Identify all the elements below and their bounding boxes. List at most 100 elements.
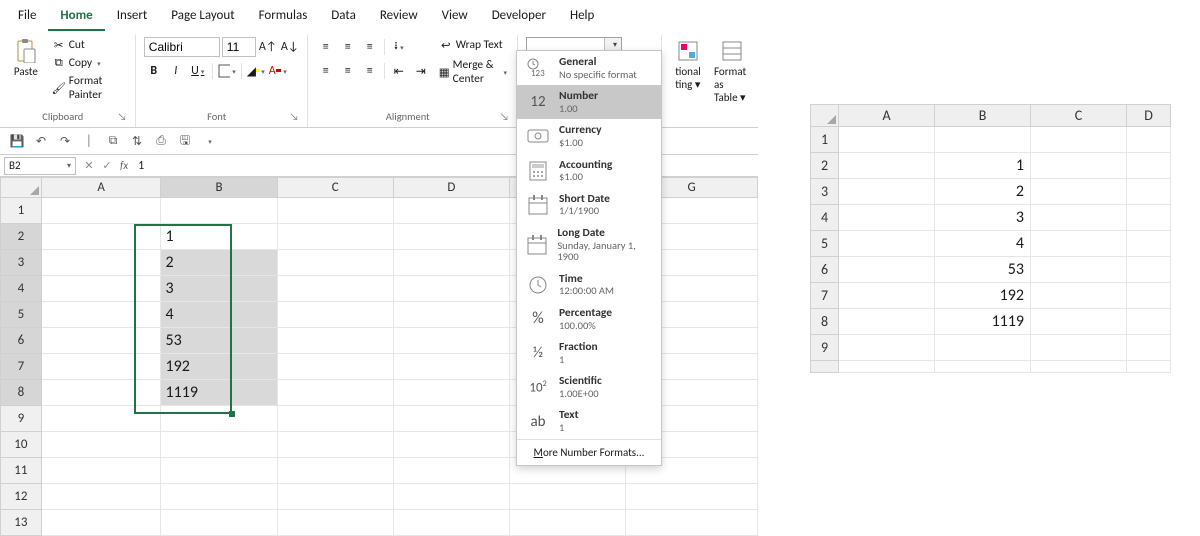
cell-B5[interactable]: 4 bbox=[161, 302, 277, 328]
menu-item-formulas[interactable]: Formulas bbox=[247, 4, 320, 31]
alignment-dialog-launcher[interactable]: ↘ bbox=[500, 110, 509, 123]
cell-D6[interactable] bbox=[393, 328, 509, 354]
cell-right-B4[interactable]: 3 bbox=[935, 205, 1031, 231]
row-header-11[interactable]: 11 bbox=[1, 458, 42, 484]
copy-button[interactable]: ⧉ Copy bbox=[50, 55, 127, 71]
cell-right-C9[interactable] bbox=[1031, 335, 1127, 361]
row-header-1[interactable]: 1 bbox=[1, 198, 42, 224]
redo-icon[interactable]: ↷ bbox=[56, 132, 74, 150]
row-header-3[interactable]: 3 bbox=[1, 250, 42, 276]
col-header-A[interactable]: A bbox=[41, 178, 161, 198]
fx-icon[interactable]: fx bbox=[116, 159, 132, 172]
cell-right-B8[interactable]: 1119 bbox=[935, 309, 1031, 335]
save-icon[interactable]: 💾 bbox=[8, 132, 26, 150]
cell-right-A7[interactable] bbox=[839, 283, 935, 309]
format-painter-button[interactable]: 🖌 Format Painter bbox=[50, 73, 127, 103]
cell-D12[interactable] bbox=[393, 484, 509, 510]
cell-D1[interactable] bbox=[393, 198, 509, 224]
row-header-right-1[interactable]: 1 bbox=[811, 127, 839, 153]
menu-item-file[interactable]: File bbox=[6, 4, 48, 31]
decrease-font-button[interactable]: A↓ bbox=[280, 37, 300, 57]
cell-right-A10[interactable] bbox=[839, 361, 935, 373]
cell-A13[interactable] bbox=[41, 510, 161, 536]
cell-C2[interactable] bbox=[277, 224, 393, 250]
cell-C7[interactable] bbox=[277, 354, 393, 380]
print-icon[interactable]: ⎙ bbox=[152, 132, 170, 150]
number-format-item-fraction[interactable]: ½Fraction1 bbox=[517, 336, 661, 370]
cell-A11[interactable] bbox=[41, 458, 161, 484]
row-header-9[interactable]: 9 bbox=[1, 406, 42, 432]
select-all-corner-right[interactable] bbox=[811, 105, 839, 127]
col-header-D[interactable]: D bbox=[393, 178, 509, 198]
cell-right-C6[interactable] bbox=[1031, 257, 1127, 283]
cell-G13[interactable] bbox=[626, 510, 758, 536]
number-format-item-scientific[interactable]: 102Scientific1.00E+00 bbox=[517, 370, 661, 404]
formula-accept-icon[interactable]: ✓ bbox=[98, 159, 116, 172]
cell-A9[interactable] bbox=[41, 406, 161, 432]
cell-B7[interactable]: 192 bbox=[161, 354, 277, 380]
row-header-12[interactable]: 12 bbox=[1, 484, 42, 510]
cell-right-D6[interactable] bbox=[1127, 257, 1171, 283]
number-format-item-number[interactable]: 12Number1.00 bbox=[517, 85, 661, 119]
cell-right-C1[interactable] bbox=[1031, 127, 1127, 153]
cell-right-C4[interactable] bbox=[1031, 205, 1127, 231]
cell-A4[interactable] bbox=[41, 276, 161, 302]
number-format-item-text[interactable]: abText1 bbox=[517, 404, 661, 438]
cell-B9[interactable] bbox=[161, 406, 277, 432]
cell-right-C7[interactable] bbox=[1031, 283, 1127, 309]
cell-B12[interactable] bbox=[161, 484, 277, 510]
save-alt-icon[interactable]: 🖫 bbox=[176, 132, 194, 150]
col-header-right-C[interactable]: C bbox=[1031, 105, 1127, 127]
cell-right-D3[interactable] bbox=[1127, 179, 1171, 205]
sort-icon[interactable]: ⇅ bbox=[128, 132, 146, 150]
increase-indent-button[interactable]: ⇥ bbox=[411, 61, 431, 81]
align-center-button[interactable]: ≡ bbox=[338, 61, 358, 81]
cell-right-A6[interactable] bbox=[839, 257, 935, 283]
cell-B11[interactable] bbox=[161, 458, 277, 484]
menu-item-page-layout[interactable]: Page Layout bbox=[159, 4, 246, 31]
cell-A8[interactable] bbox=[41, 380, 161, 406]
row-header-right-7[interactable]: 7 bbox=[811, 283, 839, 309]
cell-right-C3[interactable] bbox=[1031, 179, 1127, 205]
decrease-indent-button[interactable]: ⇤ bbox=[389, 61, 409, 81]
orientation-button[interactable]: ⭭ bbox=[389, 37, 409, 57]
col-header-B[interactable]: B bbox=[161, 178, 277, 198]
qat-more[interactable] bbox=[200, 132, 218, 150]
row-header-right-5[interactable]: 5 bbox=[811, 231, 839, 257]
cell-A1[interactable] bbox=[41, 198, 161, 224]
menu-item-data[interactable]: Data bbox=[319, 4, 368, 31]
cell-D5[interactable] bbox=[393, 302, 509, 328]
row-header-2[interactable]: 2 bbox=[1, 224, 42, 250]
select-all-corner[interactable] bbox=[1, 178, 42, 198]
cell-G12[interactable] bbox=[626, 484, 758, 510]
formula-input[interactable]: 1 bbox=[132, 159, 758, 173]
cell-right-B1[interactable] bbox=[935, 127, 1031, 153]
row-header-right-4[interactable]: 4 bbox=[811, 205, 839, 231]
number-format-item-long-date[interactable]: Long DateSunday, January 1, 1900 bbox=[517, 222, 661, 268]
cell-C10[interactable] bbox=[277, 432, 393, 458]
cell-right-A2[interactable] bbox=[839, 153, 935, 179]
name-box[interactable]: B2 bbox=[4, 157, 76, 175]
paste-button[interactable]: Paste bbox=[8, 37, 44, 80]
cell-right-A8[interactable] bbox=[839, 309, 935, 335]
cell-B1[interactable] bbox=[161, 198, 277, 224]
row-header-8[interactable]: 8 bbox=[1, 380, 42, 406]
cell-right-D9[interactable] bbox=[1127, 335, 1171, 361]
cell-C11[interactable] bbox=[277, 458, 393, 484]
number-format-item-time[interactable]: Time12:00:00 AM bbox=[517, 268, 661, 302]
cell-C12[interactable] bbox=[277, 484, 393, 510]
cell-A5[interactable] bbox=[41, 302, 161, 328]
menu-item-view[interactable]: View bbox=[430, 4, 480, 31]
number-format-item-percentage[interactable]: %Percentage100.00% bbox=[517, 302, 661, 336]
align-right-button[interactable]: ≡ bbox=[360, 61, 380, 81]
cell-B8[interactable]: 1119 bbox=[161, 380, 277, 406]
col-header-right-A[interactable]: A bbox=[839, 105, 935, 127]
cell-A12[interactable] bbox=[41, 484, 161, 510]
cell-C1[interactable] bbox=[277, 198, 393, 224]
cell-B6[interactable]: 53 bbox=[161, 328, 277, 354]
cut-button[interactable]: ✂ Cut bbox=[50, 37, 127, 53]
cell-right-C10[interactable] bbox=[1031, 361, 1127, 373]
align-top-button[interactable]: ≡ bbox=[316, 37, 336, 57]
cell-B4[interactable]: 3 bbox=[161, 276, 277, 302]
cell-right-B3[interactable]: 2 bbox=[935, 179, 1031, 205]
